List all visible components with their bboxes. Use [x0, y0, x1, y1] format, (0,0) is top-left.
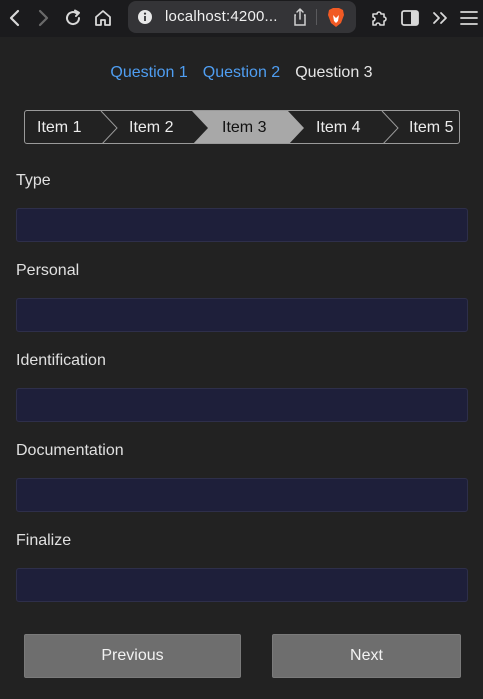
divider [316, 9, 317, 25]
identification-label: Identification [16, 352, 106, 369]
url-text[interactable]: localhost:4200... [165, 8, 278, 25]
type-label: Type [16, 172, 51, 189]
tab-question-2[interactable]: Question 2 [203, 64, 280, 82]
puzzle-icon[interactable] [367, 6, 391, 30]
question-tabs: Question 1 Question 2 Question 3 [0, 64, 483, 82]
documentation-label: Documentation [16, 442, 124, 459]
next-button[interactable]: Next [272, 634, 461, 678]
double-chevron-icon[interactable] [428, 6, 452, 30]
brave-lion-icon[interactable] [326, 6, 346, 33]
previous-button[interactable]: Previous [24, 634, 241, 678]
type-input[interactable] [16, 208, 468, 242]
chevron-left-icon[interactable] [3, 6, 27, 30]
finalize-label: Finalize [16, 532, 72, 549]
tab-question-3[interactable]: Question 3 [295, 64, 372, 82]
steps-breadcrumb: Item 1 Item 2 Item 3 Item 4 Item 5 [24, 110, 460, 144]
tab-question-1[interactable]: Question 1 [110, 64, 187, 82]
documentation-input[interactable] [16, 478, 468, 512]
hamburger-icon[interactable] [457, 6, 481, 30]
reload-icon[interactable] [61, 6, 85, 30]
step-item-5[interactable]: Item 5 [409, 119, 453, 137]
address-bar[interactable]: localhost:4200... [128, 1, 356, 33]
personal-label: Personal [16, 262, 80, 279]
personal-input[interactable] [16, 298, 468, 332]
browser-toolbar: localhost:4200... [0, 0, 483, 37]
step-item-4[interactable]: Item 4 [316, 119, 360, 137]
step-item-1[interactable]: Item 1 [37, 119, 81, 137]
step-item-3[interactable]: Item 3 [222, 119, 266, 137]
identification-input[interactable] [16, 388, 468, 422]
finalize-input[interactable] [16, 568, 468, 602]
chevron-right-icon[interactable] [31, 6, 55, 30]
home-icon[interactable] [91, 6, 115, 30]
step-separator [100, 111, 118, 143]
share-icon[interactable] [292, 7, 308, 32]
step-item-2[interactable]: Item 2 [129, 119, 173, 137]
info-icon[interactable] [137, 9, 153, 30]
step-separator [381, 111, 399, 143]
sidebar-icon[interactable] [398, 6, 422, 30]
